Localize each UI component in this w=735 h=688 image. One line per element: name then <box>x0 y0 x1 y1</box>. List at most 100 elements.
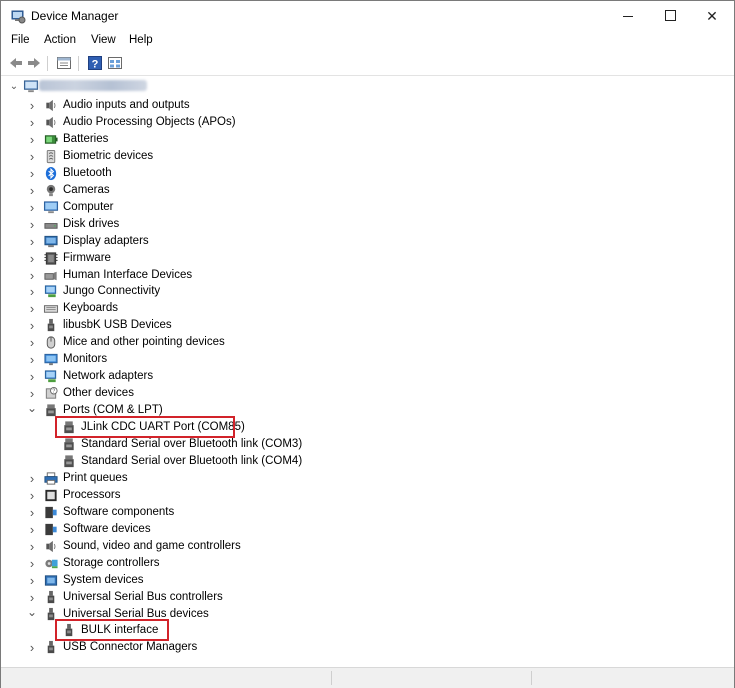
expand-arrow-icon[interactable]: › <box>26 572 38 589</box>
tree-category-human-interface-devices[interactable]: › Human Interface Devices <box>5 267 405 284</box>
tree-item-label: Display adapters <box>63 235 149 247</box>
close-button[interactable]: ✕ <box>689 1 735 31</box>
expand-arrow-icon[interactable]: › <box>26 199 38 216</box>
tree-category-processors[interactable]: › Processors <box>5 487 405 504</box>
usb-icon <box>47 640 55 654</box>
tree-category-batteries[interactable]: › Batteries <box>5 131 405 148</box>
tree-category-computer[interactable]: › Computer <box>5 199 405 216</box>
menu-view[interactable]: View <box>91 34 116 46</box>
network-icon <box>44 370 57 383</box>
tree-category-biometric-devices[interactable]: › Biometric devices <box>5 148 405 165</box>
tree-category-sound-video-and-game-controllers[interactable]: › Sound, video and game controllers <box>5 538 405 555</box>
tree-item-label: Audio inputs and outputs <box>63 99 190 111</box>
tree-category-monitors[interactable]: › Monitors <box>5 351 405 368</box>
tree-category-network-adapters[interactable]: › Network adapters <box>5 368 405 385</box>
expand-arrow-icon[interactable]: › <box>26 334 38 351</box>
help-icon[interactable]: ? <box>87 55 103 71</box>
processor-icon <box>45 489 57 502</box>
expand-arrow-icon[interactable]: › <box>26 233 38 250</box>
tree-category-usb-connector-managers[interactable]: › USB Connector Managers <box>5 639 405 656</box>
tree-root-node[interactable]: ⌄ <box>5 78 305 95</box>
tree-category-universal-serial-bus-controllers[interactable]: › Universal Serial Bus controllers <box>5 589 405 606</box>
maximize-button[interactable] <box>647 1 693 31</box>
collapse-arrow-icon[interactable]: ⌄ <box>8 78 20 95</box>
tree-category-system-devices[interactable]: › System devices <box>5 572 405 589</box>
expand-arrow-icon[interactable]: › <box>26 148 38 165</box>
tree-category-audio-inputs-and-outputs[interactable]: › Audio inputs and outputs <box>5 97 405 114</box>
computer-name-blurred <box>39 80 147 91</box>
expand-arrow-icon[interactable]: › <box>26 97 38 114</box>
tree-category-libusbk-usb-devices[interactable]: › libusbK USB Devices <box>5 317 405 334</box>
tree-category-jungo-connectivity[interactable]: › Jungo Connectivity <box>5 283 405 300</box>
tree-item-label: Standard Serial over Bluetooth link (COM… <box>81 438 303 450</box>
back-icon[interactable] <box>8 55 24 71</box>
expand-arrow-icon[interactable]: › <box>26 538 38 555</box>
tree-category-keyboards[interactable]: › Keyboards <box>5 300 405 317</box>
device-tree[interactable]: ⌄ › Audio inputs and outputs › Audio Proces… <box>5 78 734 668</box>
expand-arrow-icon[interactable]: › <box>26 351 38 368</box>
expand-arrow-icon[interactable]: › <box>26 639 38 656</box>
expand-arrow-icon[interactable]: › <box>26 131 38 148</box>
tree-category-other-devices[interactable]: ›? Other devices <box>5 385 405 402</box>
tree-item-label: Batteries <box>63 133 109 145</box>
tree-category-software-components[interactable]: › Software components <box>5 504 405 521</box>
expand-arrow-icon[interactable]: › <box>26 165 38 182</box>
tree-category-audio-processing-objects-apos[interactable]: › Audio Processing Objects (APOs) <box>5 114 405 131</box>
menu-file[interactable]: File <box>11 34 30 46</box>
speaker-icon <box>46 116 56 129</box>
expand-arrow-icon[interactable]: › <box>26 250 38 267</box>
expand-arrow-icon[interactable]: › <box>26 504 38 521</box>
tree-category-firmware[interactable]: › Firmware <box>5 250 405 267</box>
collapse-arrow-icon[interactable]: ⌄ <box>26 606 38 623</box>
expand-arrow-icon[interactable]: › <box>26 114 38 131</box>
expand-arrow-icon[interactable]: › <box>26 589 38 606</box>
tree-item-label: USB Connector Managers <box>63 641 198 653</box>
expand-arrow-icon[interactable]: › <box>26 521 38 538</box>
tree-category-disk-drives[interactable]: › Disk drives <box>5 216 405 233</box>
battery-icon <box>44 135 58 144</box>
forward-icon[interactable] <box>26 55 42 71</box>
monitor-icon <box>44 353 58 366</box>
svg-text:?: ? <box>52 389 55 395</box>
expand-arrow-icon[interactable]: › <box>26 385 38 402</box>
expand-arrow-icon[interactable]: › <box>26 487 38 504</box>
tree-device-standard-serial-over-bluetooth-link-com4[interactable]: Standard Serial over Bluetooth link (COM… <box>5 453 405 470</box>
tree-category-storage-controllers[interactable]: › Storage controllers <box>5 555 405 572</box>
tree-device-standard-serial-over-bluetooth-link-com3[interactable]: Standard Serial over Bluetooth link (COM… <box>5 436 405 453</box>
minimize-button[interactable] <box>605 1 651 31</box>
expand-arrow-icon[interactable]: › <box>26 283 38 300</box>
menu-action[interactable]: Action <box>44 34 76 46</box>
usb-icon <box>47 590 55 604</box>
tree-category-display-adapters[interactable]: › Display adapters <box>5 233 405 250</box>
svg-text:?: ? <box>92 59 99 71</box>
expand-arrow-icon[interactable]: › <box>26 300 38 317</box>
hid-icon <box>44 271 57 281</box>
tree-item-label: Software devices <box>63 523 151 535</box>
tree-category-software-devices[interactable]: › Software devices <box>5 521 405 538</box>
view-icon[interactable] <box>107 55 123 71</box>
expand-arrow-icon[interactable]: › <box>26 182 38 199</box>
tree-item-label: Print queues <box>63 472 128 484</box>
tree-category-print-queues[interactable]: › Print queues <box>5 470 405 487</box>
properties-icon[interactable] <box>56 55 72 71</box>
tree-item-label: Sound, video and game controllers <box>63 540 241 552</box>
expand-arrow-icon[interactable]: › <box>26 470 38 487</box>
fingerprint-icon <box>46 149 56 164</box>
tree-item-label: Audio Processing Objects (APOs) <box>63 116 236 128</box>
expand-arrow-icon[interactable]: › <box>26 317 38 334</box>
expand-arrow-icon[interactable]: › <box>26 368 38 385</box>
menu-help[interactable]: Help <box>129 34 153 46</box>
window-title: Device Manager <box>31 9 119 23</box>
tree-category-cameras[interactable]: › Cameras <box>5 182 405 199</box>
expand-arrow-icon[interactable]: › <box>26 555 38 572</box>
tree-category-mice-and-other-pointing-devices[interactable]: › Mice and other pointing devices <box>5 334 405 351</box>
collapse-arrow-icon[interactable]: ⌄ <box>26 402 38 419</box>
software-icon <box>45 506 57 519</box>
toolbar-separator <box>78 56 79 71</box>
expand-arrow-icon[interactable]: › <box>26 267 38 284</box>
status-bar <box>1 667 734 688</box>
expand-arrow-icon[interactable]: › <box>26 216 38 233</box>
tree-category-bluetooth[interactable]: › Bluetooth <box>5 165 405 182</box>
status-bar-pane <box>331 671 532 685</box>
tree-item-label: Keyboards <box>63 302 118 314</box>
